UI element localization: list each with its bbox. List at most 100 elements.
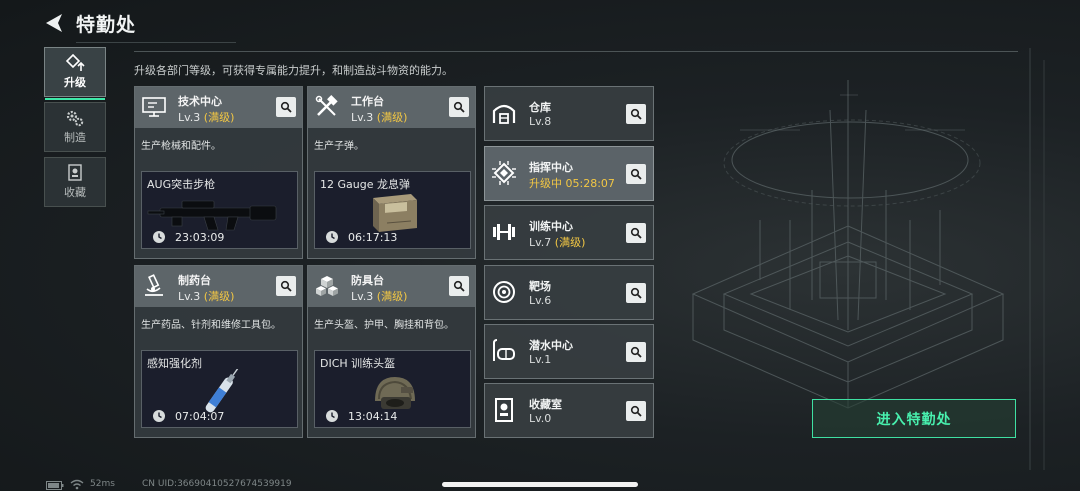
level-value: Lv.7 xyxy=(529,236,552,249)
level-value: Lv.3 xyxy=(351,111,374,124)
page-title: 特勤处 xyxy=(76,14,137,36)
card-description: 生产枪械和配件。 xyxy=(141,141,221,152)
nav-tab-upgrade[interactable]: 升级 xyxy=(44,47,106,100)
timer-icon xyxy=(326,231,338,243)
facility-card-training-center[interactable]: 训练中心 Lv.7 (满级) xyxy=(484,205,654,260)
search-button[interactable] xyxy=(626,104,646,124)
search-button[interactable] xyxy=(449,276,469,296)
card-level: Lv.3 (满级) xyxy=(351,288,407,304)
facility-level: Lv.6 xyxy=(529,294,552,307)
facility-card-workbench[interactable]: 工作台 Lv.3 (满级) 生产子弹。 12 Gauge 龙息弹 06:17:1… xyxy=(307,86,476,259)
title-underline xyxy=(76,42,236,43)
card-level: Lv.3 (满级) xyxy=(178,109,234,125)
magnifier-icon xyxy=(630,108,642,120)
crafting-slot[interactable]: 12 Gauge 龙息弹 06:17:13 xyxy=(314,171,471,249)
page-subtitle: 升级各部门等级，可获得专属能力提升，和制造战斗物资的能力。 xyxy=(134,64,453,77)
trophy-case-icon xyxy=(495,398,513,422)
back-button[interactable] xyxy=(42,10,68,36)
timer-icon xyxy=(326,410,338,422)
search-button[interactable] xyxy=(449,97,469,117)
helmet-image xyxy=(375,377,415,409)
wifi-icon xyxy=(70,479,84,490)
facility-name: 靶场 xyxy=(529,280,551,293)
facility-card-diving-center[interactable]: 潜水中心 Lv.1 xyxy=(484,324,654,379)
home-indicator[interactable] xyxy=(442,482,638,487)
card-level: Lv.3 (满级) xyxy=(178,288,234,304)
card-description: 生产头盔、护甲、胸挂和背包。 xyxy=(314,320,454,331)
injector-image xyxy=(205,369,239,413)
facility-name: 仓库 xyxy=(529,101,551,114)
monitor-icon xyxy=(142,97,166,117)
facility-card-tech-center[interactable]: 技术中心 Lv.3 (满级) 生产枪械和配件。 AUG突击步枪 23:03:09 xyxy=(134,86,303,259)
facility-card-warehouse[interactable]: 仓库 Lv.8 xyxy=(484,86,654,141)
tools-icon xyxy=(315,95,338,116)
nav-label: 制造 xyxy=(64,131,86,144)
nav-tab-craft[interactable]: 制造 xyxy=(44,102,106,152)
facility-level: Lv.0 xyxy=(529,412,552,425)
facility-card-armor-bench[interactable]: 防具台 Lv.3 (满级) 生产头盔、护甲、胸挂和背包。 DICH 训练头盔 1… xyxy=(307,265,476,438)
card-name: 制药台 xyxy=(178,274,211,287)
magnifier-icon xyxy=(630,227,642,239)
magnifier-icon xyxy=(630,287,642,299)
upgrade-countdown: 升级中 05:28:07 xyxy=(529,177,615,190)
craft-timer: 23:03:09 xyxy=(175,231,225,244)
max-level-badge: (满级) xyxy=(203,290,235,303)
search-button[interactable] xyxy=(276,276,296,296)
nav-label: 升级 xyxy=(64,76,86,89)
search-button[interactable] xyxy=(276,97,296,117)
crafting-slot[interactable]: 感知强化剂 07:04:07 xyxy=(141,350,298,428)
enter-special-ops-button[interactable]: 进入特勤处 xyxy=(812,399,1016,438)
search-button[interactable] xyxy=(626,283,646,303)
facility-card-command-center[interactable]: 指挥中心 升级中 05:28:07 xyxy=(484,146,654,201)
craft-timer: 13:04:14 xyxy=(348,410,398,423)
ping-readout: 52ms xyxy=(90,479,115,489)
card-name: 技术中心 xyxy=(178,95,222,108)
max-level-badge: (满级) xyxy=(203,111,235,124)
rifle-image xyxy=(147,200,277,231)
level-value: Lv.3 xyxy=(178,290,201,303)
timer-icon xyxy=(153,231,165,243)
nav-tab-collection[interactable]: 收藏 xyxy=(44,157,106,207)
microscope-icon xyxy=(145,274,163,296)
search-button[interactable] xyxy=(626,401,646,421)
diving-mask-icon xyxy=(493,339,515,361)
magnifier-icon xyxy=(630,346,642,358)
search-button[interactable] xyxy=(626,342,646,362)
max-level-badge: (满级) xyxy=(376,111,408,124)
level-value: Lv.3 xyxy=(178,111,201,124)
card-description: 生产子弹。 xyxy=(314,141,364,152)
ammo-box-image xyxy=(373,194,417,232)
crafting-slot[interactable]: DICH 训练头盔 13:04:14 xyxy=(314,350,471,428)
max-level-badge: (满级) xyxy=(376,290,408,303)
craft-timer: 06:17:13 xyxy=(348,231,398,244)
target-icon xyxy=(493,281,515,303)
trophy-icon xyxy=(68,164,82,181)
facility-card-pharmacy[interactable]: 制药台 Lv.3 (满级) 生产药品、针剂和维修工具包。 感知强化剂 07:04… xyxy=(134,265,303,438)
nav-label: 收藏 xyxy=(64,186,86,199)
level-value: Lv.3 xyxy=(351,290,374,303)
warehouse-icon xyxy=(492,104,516,124)
max-level-badge: (满级) xyxy=(554,236,586,249)
facility-level: Lv.7 (满级) xyxy=(529,234,585,250)
gears-icon xyxy=(66,110,84,127)
facility-name: 训练中心 xyxy=(529,220,573,233)
facility-name: 潜水中心 xyxy=(529,339,573,352)
search-button[interactable] xyxy=(626,164,646,184)
timer-icon xyxy=(153,410,165,422)
facility-card-collection-room[interactable]: 收藏室 Lv.0 xyxy=(484,383,654,438)
facility-card-shooting-range[interactable]: 靶场 Lv.6 xyxy=(484,265,654,320)
facility-level: Lv.1 xyxy=(529,353,552,366)
card-name: 工作台 xyxy=(351,95,384,108)
chip-icon xyxy=(492,161,516,185)
magnifier-icon xyxy=(630,405,642,417)
facility-name: 指挥中心 xyxy=(529,161,573,174)
search-button[interactable] xyxy=(626,223,646,243)
dumbbell-icon xyxy=(493,224,515,240)
magnifier-icon xyxy=(453,101,465,113)
battery-icon xyxy=(46,481,64,490)
magnifier-icon xyxy=(453,280,465,292)
crafting-slot[interactable]: AUG突击步枪 23:03:09 xyxy=(141,171,298,249)
header-divider xyxy=(134,51,1018,52)
magnifier-icon xyxy=(280,101,292,113)
card-name: 防具台 xyxy=(351,274,384,287)
